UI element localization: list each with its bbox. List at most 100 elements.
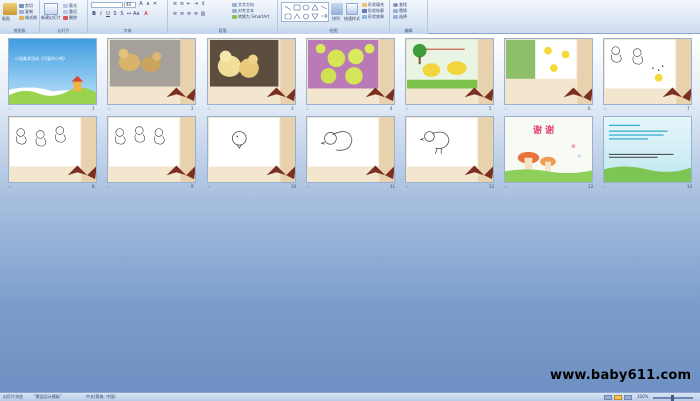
delete-button[interactable]: 删除 (63, 15, 77, 20)
clipboard-group: 粘贴 剪切 复制 格式刷 剪贴板 (0, 0, 40, 34)
replace-icon (393, 9, 398, 13)
slide-13-title: 谢 谢 (533, 126, 555, 136)
slide-transition-icon[interactable]: ☆ (603, 106, 607, 111)
slide-thumbnail-9[interactable] (107, 116, 196, 183)
slide-transition-icon[interactable]: ☆ (107, 106, 111, 111)
slide-thumbnail-11[interactable] (306, 116, 395, 183)
slideshow-view-icon[interactable] (624, 395, 632, 400)
new-slide-icon[interactable] (44, 3, 58, 15)
justify-icon[interactable]: ≡ (193, 12, 199, 17)
shadow-icon[interactable]: S (119, 12, 125, 17)
select-button[interactable]: 选择 (393, 14, 407, 19)
slide-transition-icon[interactable]: ☆ (603, 184, 607, 189)
quick-styles-button[interactable]: 快速样式 (344, 16, 360, 21)
format-painter-button[interactable]: 格式刷 (19, 15, 37, 20)
fill-bucket-icon (362, 3, 367, 7)
italic-icon[interactable]: I (98, 12, 104, 17)
slide-sorter[interactable]: 小班美术活动《可爱的小鸡》 1 ☆ 2 ☆ 3 ☆ 4 ☆ 5 ☆ 6 ☆ 7 … (0, 34, 700, 392)
align-left-icon[interactable]: ≡ (172, 12, 178, 17)
slide-14-art (604, 117, 691, 182)
font-group: 40 A a ✕ B I U S S ↔ Aa A 字体 (88, 0, 168, 34)
paragraph-group: ≡ ≡ ⇤ ⇥ ↕ 文字方向 对齐文本 ≡ ≡ ≡ ≡ ▥ 转换为 SmartA… (168, 0, 278, 34)
shape-effects-button[interactable]: 形状效果 (362, 14, 384, 19)
quick-styles-icon[interactable] (346, 3, 358, 15)
decrease-indent-icon[interactable]: ⇤ (186, 2, 192, 7)
text-direction-button[interactable]: 文字方向 (232, 2, 254, 7)
shape-fill-button[interactable]: 形状填充 (362, 2, 384, 7)
copy-button[interactable]: 复制 (19, 9, 33, 14)
strikethrough-icon[interactable]: S (112, 12, 118, 17)
align-center-icon[interactable]: ≡ (179, 12, 185, 17)
normal-view-icon[interactable] (604, 395, 612, 400)
slide-12-art (406, 117, 493, 182)
bullets-icon[interactable]: ≡ (172, 2, 178, 7)
slide-thumbnail-10[interactable] (207, 116, 296, 183)
smartart-button[interactable]: 转换为 SmartArt (232, 14, 269, 19)
underline-icon[interactable]: U (105, 12, 111, 17)
slide-number-14: 14 (687, 184, 693, 189)
shapes-gallery[interactable] (281, 2, 329, 22)
clear-format-icon[interactable]: ✕ (152, 2, 158, 7)
increase-indent-icon[interactable]: ⇥ (193, 2, 199, 7)
slide-transition-icon[interactable]: ☆ (405, 106, 409, 111)
slide-transition-icon[interactable]: ☆ (107, 184, 111, 189)
slide-transition-icon[interactable]: ☆ (306, 184, 310, 189)
replace-button[interactable]: 替换 (393, 8, 407, 13)
paste-icon[interactable] (3, 3, 17, 15)
scissors-icon (19, 4, 24, 8)
columns-icon[interactable]: ▥ (200, 12, 206, 17)
slide-number-3: 3 (291, 106, 294, 111)
change-case-icon[interactable]: Aa (133, 12, 139, 17)
bold-icon[interactable]: B (91, 12, 97, 17)
slide-7-art (604, 39, 691, 104)
arrange-button[interactable]: 排列 (332, 16, 340, 21)
arrange-icon[interactable] (331, 3, 343, 15)
slide-thumbnail-8[interactable] (8, 116, 97, 183)
slide-thumbnail-7[interactable] (603, 38, 692, 105)
paste-button[interactable]: 粘贴 (2, 16, 10, 21)
align-text-button[interactable]: 对齐文本 (232, 8, 254, 13)
align-right-icon[interactable]: ≡ (186, 12, 192, 17)
slide-thumbnail-4[interactable] (306, 38, 395, 105)
slide-thumbnail-1[interactable]: 小班美术活动《可爱的小鸡》 (8, 38, 97, 105)
spacing-icon[interactable]: ↔ (126, 12, 132, 17)
grow-font-icon[interactable]: A (138, 2, 144, 7)
slide-transition-icon[interactable]: ☆ (8, 106, 12, 111)
reset-button[interactable]: 重设 (63, 9, 77, 14)
font-color-icon[interactable]: A (143, 12, 149, 17)
cut-button[interactable]: 剪切 (19, 3, 33, 8)
binoculars-icon (393, 3, 398, 7)
slide-transition-icon[interactable]: ☆ (207, 106, 211, 111)
slide-transition-icon[interactable]: ☆ (8, 184, 12, 189)
slide-transition-icon[interactable]: ☆ (504, 184, 508, 189)
numbering-icon[interactable]: ≡ (179, 2, 185, 7)
shape-outline-button[interactable]: 形状轮廓 (362, 8, 384, 13)
new-slide-button[interactable]: 新建幻灯片 (41, 16, 63, 20)
slide-thumbnail-2[interactable] (107, 38, 196, 105)
shrink-font-icon[interactable]: a (145, 2, 151, 7)
slide-10-art (208, 117, 295, 182)
slide-thumbnail-14[interactable] (603, 116, 692, 183)
slide-transition-icon[interactable]: ☆ (207, 184, 211, 189)
find-button[interactable]: 查找 (393, 2, 407, 7)
layout-button[interactable]: 版式 (63, 3, 77, 8)
font-size-field[interactable]: 40 (124, 2, 136, 8)
slide-thumbnail-13[interactable]: 谢 谢 (504, 116, 593, 183)
slide-number-8: 8 (92, 184, 95, 189)
copy-icon (19, 10, 24, 14)
slide-1-art (9, 39, 96, 104)
delete-icon (63, 16, 68, 20)
slide-transition-icon[interactable]: ☆ (405, 184, 409, 189)
slide-thumbnail-6[interactable] (504, 38, 593, 105)
shapes-icon (284, 4, 328, 20)
zoom-slider-thumb[interactable] (671, 395, 674, 401)
line-spacing-icon[interactable]: ↕ (200, 2, 206, 7)
slide-transition-icon[interactable]: ☆ (504, 106, 508, 111)
slide-thumbnail-3[interactable] (207, 38, 296, 105)
slide-thumbnail-12[interactable] (405, 116, 494, 183)
slide-transition-icon[interactable]: ☆ (306, 106, 310, 111)
slides-group-label: 幻灯片 (40, 27, 87, 34)
slide-thumbnail-5[interactable] (405, 38, 494, 105)
sorter-view-icon[interactable] (614, 395, 622, 400)
font-name-field[interactable] (91, 2, 123, 8)
